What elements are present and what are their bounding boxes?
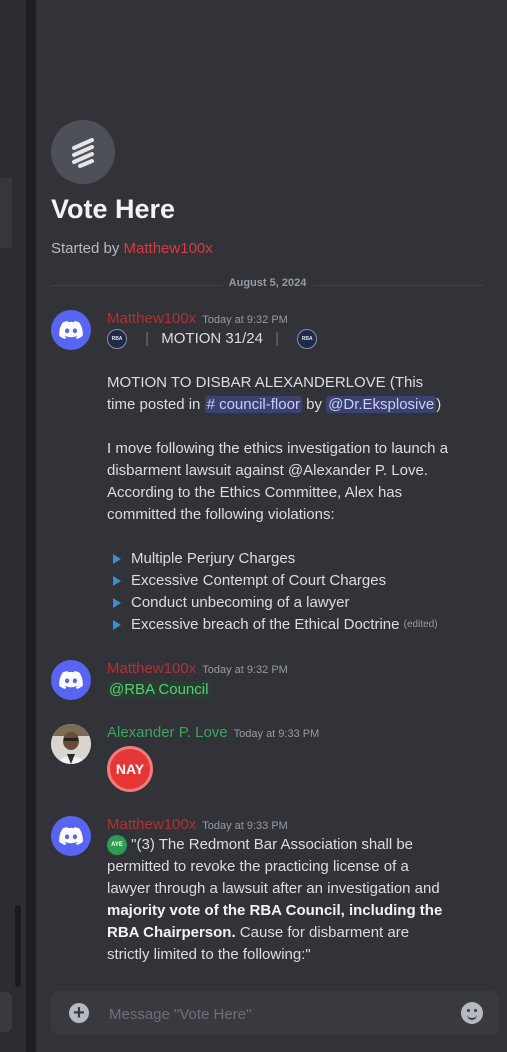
- message-header: Alexander P. Love Today at 9:33 PM: [107, 724, 319, 742]
- message-body: AYE "(3) The Redmont Bar Association sha…: [107, 834, 447, 966]
- nay-icon: NAY: [107, 746, 153, 792]
- discord-avatar-icon[interactable]: [51, 660, 91, 700]
- timestamp[interactable]: Today at 9:33 PM: [202, 820, 288, 832]
- sidebar-scrollbar[interactable]: [15, 905, 21, 987]
- add-attachment-icon[interactable]: +: [69, 1003, 89, 1023]
- list-item: Multiple Perjury Charges: [107, 548, 452, 570]
- separator: |: [275, 330, 280, 347]
- aye-icon: AYE: [107, 835, 127, 856]
- timestamp[interactable]: Today at 9:32 PM: [202, 314, 288, 326]
- role-mention[interactable]: @RBA Council: [107, 681, 211, 698]
- list-item: Excessive Contempt of Court Charges: [107, 570, 452, 592]
- message: Alexander P. Love Today at 9:33 PM NAY: [51, 724, 491, 794]
- emoji-icon[interactable]: [461, 1002, 483, 1024]
- message: Matthew100x Today at 9:32 PM @RBA Council: [51, 660, 491, 704]
- discord-avatar-icon[interactable]: [51, 816, 91, 856]
- starter-username[interactable]: Matthew100x: [124, 240, 213, 257]
- message-composer: +: [51, 991, 499, 1035]
- edited-tag: (edited): [403, 619, 438, 630]
- separator: |: [145, 330, 150, 347]
- username[interactable]: Matthew100x: [107, 660, 196, 677]
- thread-panel: Vote Here Started by Matthew100x August …: [36, 0, 507, 1052]
- motion-line: RBA | MOTION 31/24 | RBA: [107, 328, 452, 350]
- channel-mention[interactable]: # council-floor: [204, 396, 302, 413]
- started-label: Started by: [51, 240, 124, 257]
- motion-number: MOTION 31/24: [161, 330, 263, 347]
- list-item-text: Excessive Contempt of Court Charges: [131, 572, 387, 589]
- username[interactable]: Matthew100x: [107, 816, 196, 833]
- list-item-text: Conduct unbecoming of a lawyer: [131, 594, 350, 611]
- message: Matthew100x Today at 9:33 PM AYE "(3) The…: [51, 816, 491, 976]
- message-input[interactable]: [107, 1003, 441, 1025]
- arrow-bullet-icon: [113, 620, 121, 630]
- user-avatar[interactable]: [51, 724, 91, 764]
- message-header: Matthew100x Today at 9:32 PM: [107, 660, 288, 678]
- panel-divider: [26, 0, 36, 1052]
- timestamp[interactable]: Today at 9:33 PM: [234, 728, 320, 740]
- thread-starter: Started by Matthew100x: [51, 240, 213, 257]
- rba-badge-icon: RBA: [107, 329, 127, 350]
- motion-paragraph: I move following the ethics investigatio…: [107, 440, 449, 523]
- timestamp[interactable]: Today at 9:32 PM: [202, 664, 288, 676]
- thread-icon: [51, 120, 115, 184]
- text: ): [436, 396, 442, 413]
- list-item: Conduct unbecoming of a lawyer: [107, 592, 452, 614]
- arrow-bullet-icon: [113, 576, 121, 586]
- thread-title: Vote Here: [51, 194, 176, 224]
- text: by: [301, 396, 327, 413]
- text: "(3) The Redmont Bar Association shall b…: [107, 836, 440, 897]
- message: Matthew100x Today at 9:32 PM RBA | MOTION…: [51, 310, 491, 640]
- discord-avatar-icon[interactable]: [51, 310, 91, 350]
- message-header: Matthew100x Today at 9:32 PM: [107, 310, 288, 328]
- channel-sidebar: [0, 0, 26, 1052]
- list-item: Excessive breach of the Ethical Doctrine…: [107, 614, 452, 636]
- nay-emoji: NAY: [107, 746, 153, 792]
- motion-paragraph: MOTION TO DISBAR ALEXANDERLOVE (This tim…: [107, 372, 452, 416]
- sidebar-user-panel[interactable]: [0, 992, 12, 1032]
- sidebar-selected-item[interactable]: [0, 178, 12, 248]
- message-body: RBA | MOTION 31/24 | RBA MOTION TO DISBA…: [107, 328, 452, 636]
- message-body: @RBA Council: [107, 679, 452, 701]
- rba-badge-icon: RBA: [297, 329, 318, 350]
- date-label: August 5, 2024: [222, 277, 313, 289]
- username[interactable]: Alexander P. Love: [107, 724, 228, 741]
- arrow-bullet-icon: [113, 598, 121, 608]
- username[interactable]: Matthew100x: [107, 310, 196, 327]
- arrow-bullet-icon: [113, 554, 121, 564]
- date-divider: August 5, 2024: [51, 277, 484, 289]
- list-item-text: Multiple Perjury Charges: [131, 550, 296, 567]
- user-mention[interactable]: @Dr.Eksplosive: [326, 396, 437, 413]
- list-item-text: Excessive breach of the Ethical Doctrine: [131, 616, 400, 633]
- message-header: Matthew100x Today at 9:33 PM: [107, 816, 288, 834]
